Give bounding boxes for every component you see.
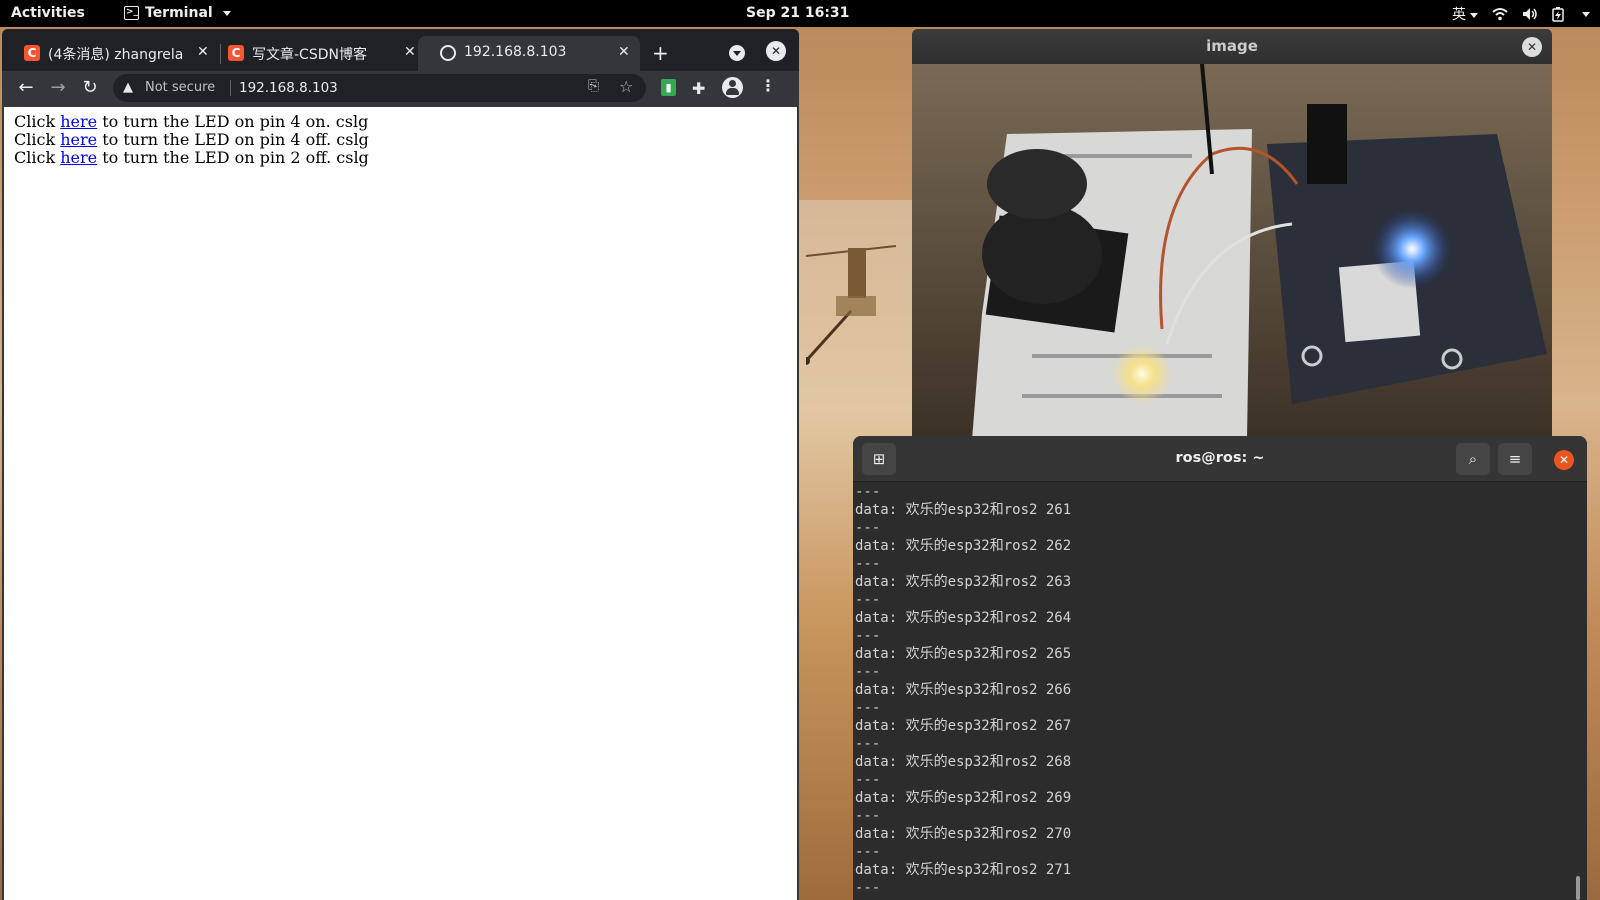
terminal-line: ---	[855, 880, 881, 896]
globe-icon	[440, 45, 456, 61]
terminal-line: ---	[855, 556, 881, 572]
tab-title: 192.168.8.103	[464, 44, 567, 60]
terminal-line: data: 欢乐的esp32和ros2 264	[855, 610, 1072, 626]
terminal-output[interactable]: --- data: 欢乐的esp32和ros2 261 --- data: 欢乐的es…	[855, 483, 1567, 900]
terminal-line: ---	[855, 700, 881, 716]
battery-icon	[1552, 6, 1564, 22]
led-link-pin4-off[interactable]: here	[60, 130, 97, 149]
forward-button[interactable]: →	[46, 76, 70, 100]
extensions-puzzle-icon[interactable]: ✚	[692, 79, 705, 98]
window-close-button[interactable]: ✕	[766, 41, 786, 61]
chevron-down-icon	[1470, 12, 1478, 18]
csdn-favicon-icon: C	[228, 45, 244, 61]
wallpaper-helicopter-image	[806, 245, 896, 365]
terminal-titlebar[interactable]: ⊞ ros@ros: ~ ⌕ ≡ ✕	[853, 436, 1587, 482]
terminal-line: ---	[855, 808, 881, 824]
terminal-line: data: 欢乐的esp32和ros2 261	[855, 502, 1072, 518]
led-line: Click here to turn the LED on pin 2 off.…	[14, 149, 787, 167]
terminal-line: ---	[855, 484, 881, 500]
browser-window: C (4条消息) zhangrela ✕ C 写文章-CSDN博客 ✕ 192.…	[2, 29, 799, 900]
browser-menu-icon[interactable]: ⋮	[760, 76, 776, 95]
top-bar: Activities >_ Terminal Sep 21 16:31 英	[0, 0, 1600, 27]
led-line: Click here to turn the LED on pin 4 on. …	[14, 113, 787, 131]
new-tab-button[interactable]: +	[652, 41, 669, 65]
volume-icon	[1523, 8, 1537, 20]
terminal-line: data: 欢乐的esp32和ros2 269	[855, 790, 1072, 806]
extension-icon[interactable]: ▮	[661, 79, 676, 96]
image-window-title: image	[1206, 37, 1258, 55]
terminal-line: ---	[855, 736, 881, 752]
terminal-line: data: 欢乐的esp32和ros2 267	[855, 718, 1072, 734]
led-link-pin2-off[interactable]: here	[60, 148, 97, 167]
line-suffix: to turn the LED on pin 4 on. cslg	[97, 112, 369, 131]
line-suffix: to turn the LED on pin 4 off. cslg	[97, 130, 369, 149]
warning-icon[interactable]: ▲	[123, 80, 133, 95]
terminal-line: data: 欢乐的esp32和ros2 270	[855, 826, 1072, 842]
terminal-line: ---	[855, 628, 881, 644]
profile-avatar-icon[interactable]	[722, 77, 743, 98]
tab-search-button[interactable]	[729, 45, 745, 61]
terminal-line: ---	[855, 664, 881, 680]
page-content: Click here to turn the LED on pin 4 on. …	[4, 107, 797, 900]
terminal-icon: >_	[124, 6, 139, 20]
line-prefix: Click	[14, 148, 61, 167]
omnibox-divider	[230, 80, 231, 96]
wifi-icon	[1492, 8, 1508, 21]
translate-icon[interactable]: ⎘	[588, 78, 599, 94]
tab-title: 写文章-CSDN博客	[252, 47, 367, 63]
terminal-line: data: 欢乐的esp32和ros2 262	[855, 538, 1072, 554]
bookmark-star-icon[interactable]: ☆	[619, 77, 633, 96]
terminal-line: ---	[855, 520, 881, 536]
browser-toolbar: ← → ↻ ▲ Not secure 192.168.8.103 ⎘ ☆ ▮ ✚…	[2, 71, 799, 105]
back-button[interactable]: ←	[14, 76, 38, 100]
scrollbar[interactable]	[1576, 876, 1580, 900]
terminal-line: data: 欢乐的esp32和ros2 266	[855, 682, 1072, 698]
tab-local-server[interactable]: 192.168.8.103 ✕	[418, 36, 640, 71]
line-suffix: to turn the LED on pin 2 off. cslg	[97, 148, 369, 167]
csdn-favicon-icon: C	[24, 45, 40, 61]
image-window: image ✕	[912, 29, 1552, 440]
clock[interactable]: Sep 21 16:31	[746, 5, 849, 21]
app-menu[interactable]: >_ Terminal	[124, 5, 231, 21]
system-tray[interactable]: 英	[1452, 4, 1590, 24]
terminal-line: data: 欢乐的esp32和ros2 263	[855, 574, 1072, 590]
terminal-line: ---	[855, 592, 881, 608]
led-line: Click here to turn the LED on pin 4 off.…	[14, 131, 787, 149]
terminal-line: data: 欢乐的esp32和ros2 271	[855, 862, 1072, 878]
terminal-window: ⊞ ros@ros: ~ ⌕ ≡ ✕ --- data: 欢乐的esp32和ros…	[853, 436, 1587, 900]
camera-photo	[912, 64, 1552, 440]
input-method-label: 英	[1452, 7, 1466, 23]
tab-csdn-write[interactable]: C 写文章-CSDN博客 ✕	[206, 36, 422, 71]
tab-csdn-messages[interactable]: C (4条消息) zhangrela ✕	[2, 36, 218, 71]
chevron-down-icon	[222, 10, 231, 16]
line-prefix: Click	[14, 112, 61, 131]
app-menu-label: Terminal	[145, 5, 213, 21]
line-prefix: Click	[14, 130, 61, 149]
address-bar[interactable]: ▲ Not secure 192.168.8.103 ⎘ ☆	[113, 74, 646, 102]
terminal-line: ---	[855, 772, 881, 788]
hamburger-menu-icon[interactable]: ≡	[1498, 443, 1532, 475]
image-window-close-button[interactable]: ✕	[1522, 37, 1542, 57]
tab-strip: C (4条消息) zhangrela ✕ C 写文章-CSDN博客 ✕ 192.…	[2, 29, 799, 71]
input-method-indicator[interactable]: 英	[1452, 4, 1478, 24]
led-link-pin4-on[interactable]: here	[60, 112, 97, 131]
terminal-close-button[interactable]: ✕	[1554, 450, 1574, 470]
terminal-line: data: 欢乐的esp32和ros2 265	[855, 646, 1072, 662]
terminal-line: data: 欢乐的esp32和ros2 268	[855, 754, 1072, 770]
image-window-titlebar[interactable]: image	[912, 29, 1552, 64]
security-label[interactable]: Not secure	[145, 80, 215, 95]
terminal-line: ---	[855, 844, 881, 860]
tab-close-icon[interactable]: ✕	[404, 44, 416, 60]
activities-button[interactable]: Activities	[11, 5, 85, 21]
url-text[interactable]: 192.168.8.103	[239, 80, 338, 96]
tab-close-icon[interactable]: ✕	[618, 44, 630, 60]
search-icon[interactable]: ⌕	[1456, 443, 1490, 475]
chevron-down-icon	[1582, 11, 1590, 17]
tab-title: (4条消息) zhangrela	[48, 47, 184, 63]
reload-button[interactable]: ↻	[78, 76, 102, 100]
